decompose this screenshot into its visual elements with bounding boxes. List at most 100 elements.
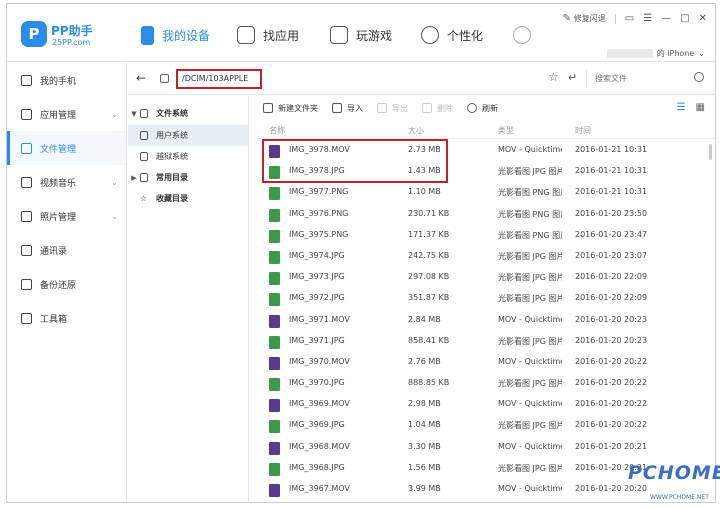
lock-icon — [140, 152, 148, 161]
app-domain: 25PP.com — [52, 38, 91, 47]
file-size: 297.08 KB — [408, 272, 450, 282]
file-time: 2016-01-20 23:50 — [575, 208, 648, 218]
tree-user-system[interactable]: 用户系统 — [128, 125, 248, 146]
sidebar-item-contacts[interactable]: 通讯录 — [7, 233, 126, 267]
close-button[interactable]: ✕ — [699, 13, 707, 24]
export-button[interactable]: 导出 — [377, 103, 408, 114]
document-icon — [140, 109, 148, 118]
file-size: 230.71 KB — [408, 208, 450, 218]
table-row[interactable]: IMG_3977.PNG 1.10 MB 光影看图 PNG 图片 2016-01-21… — [257, 181, 709, 202]
table-row[interactable]: IMG_3970.MOV 2.76 MB MOV - Quicktime 2016-0… — [257, 351, 709, 372]
sidebar-item-my-phone[interactable]: 我的手机 — [7, 63, 126, 97]
repair-button[interactable]: ✎ 修复闪退 — [563, 13, 606, 24]
file-size: 1.04 MB — [408, 420, 441, 430]
pp-logo-icon: P — [21, 21, 47, 47]
app-name: PP助手 — [51, 24, 93, 38]
device-selector[interactable]: 的 iPhone ⌄ — [606, 48, 705, 59]
file-time: 2016-01-21 10:31 — [575, 145, 648, 154]
sidebar-item-photos[interactable]: 照片管理 ⌄ — [7, 199, 126, 233]
table-row[interactable]: IMG_3973.JPG 297.08 KB 光影看图 JPG 图片 2016-01-… — [257, 266, 709, 287]
sidebar-item-media[interactable]: 视频音乐 ⌄ — [7, 165, 126, 199]
lock-icon — [140, 131, 148, 140]
table-row[interactable]: IMG_3970.JPG 888.85 KB 光影看图 JPG 图片 2016-01-… — [257, 372, 709, 393]
view-toggle: ☰ ▦ — [677, 102, 705, 113]
table-header: 名称 大小 类型 时间 — [257, 121, 715, 139]
file-name: IMG_3974.JPG — [289, 250, 345, 260]
tree-jailbreak-system[interactable]: 越狱系统 — [128, 146, 248, 167]
folder-icon — [21, 142, 32, 154]
tree-file-system[interactable]: ▼ 文件系统 — [128, 103, 248, 124]
expand-arrow-icon[interactable]: ▶ — [128, 174, 140, 182]
table-row[interactable]: IMG_3971.MOV 2.84 MB MOV - Quicktime 2016-0… — [257, 309, 709, 330]
video-file-icon — [269, 314, 280, 328]
enter-icon[interactable]: ↵ — [568, 71, 577, 84]
file-time: 2016-01-20 20:23 — [575, 314, 648, 324]
file-time: 2016-01-20 20:22 — [575, 399, 648, 409]
table-row[interactable]: IMG_3975.PNG 171.37 KB 光影看图 PNG 图片 2016-01-… — [257, 224, 709, 245]
highlight-box — [262, 139, 448, 183]
image-file-icon — [269, 335, 280, 349]
tree-favorites[interactable]: ☆ 收藏目录 — [128, 188, 248, 209]
list-icon — [140, 173, 148, 182]
path-field[interactable]: /DCIM/103APPLE — [176, 69, 262, 89]
video-file-icon — [269, 484, 280, 497]
list-view-icon[interactable]: ☰ — [677, 102, 686, 113]
phone-icon — [141, 26, 154, 45]
sidebar-item-backup[interactable]: 备份还原 — [7, 267, 126, 301]
new-folder-button[interactable]: 新建文件夹 — [263, 103, 318, 114]
menu-icon[interactable]: ☰ — [643, 13, 652, 24]
file-time: 2016-01-20 20:20 — [575, 484, 648, 493]
column-name[interactable]: 名称 — [269, 125, 285, 136]
file-time: 2016-01-20 20:22 — [575, 356, 648, 366]
nav-my-device[interactable]: 我的设备 — [141, 26, 210, 45]
file-list: IMG_3978.MOV 2.73 MB MOV - Quicktime 2016-0… — [257, 139, 709, 499]
back-arrow-icon[interactable]: ← — [136, 71, 146, 85]
tree-common-dirs[interactable]: ▶ 常用目录 — [128, 167, 248, 188]
sidebar-item-apps[interactable]: 应用管理 ⌄ — [7, 97, 126, 131]
column-type[interactable]: 类型 — [498, 125, 514, 136]
search-box — [586, 70, 708, 88]
grid-view-icon[interactable]: ▦ — [696, 102, 705, 113]
sidebar-item-files[interactable]: 文件管理 — [7, 131, 126, 165]
file-toolbar: 新建文件夹 导入 导出 删除 刷新 ☰ ▦ — [249, 96, 715, 120]
window-controls: ✎ 修复闪退 ▭ ☰ — □ ✕ — [563, 13, 707, 24]
folder-tree: ▼ 文件系统 用户系统 越狱系统 ▶ 常用目录 ☆ 收藏目录 — [128, 96, 249, 502]
maximize-button[interactable]: □ — [680, 13, 689, 24]
nav-games[interactable]: 玩游戏 — [330, 26, 392, 44]
nav-find-apps[interactable]: 找应用 — [237, 26, 299, 44]
file-type: 光影看图 JPG 图片 — [498, 167, 562, 177]
file-size: 2.84 MB — [408, 314, 441, 324]
file-time: 2016-01-20 23:07 — [575, 250, 648, 260]
apps-icon — [21, 108, 32, 120]
sidebar-item-toolbox[interactable]: 工具箱 — [7, 301, 126, 335]
file-size: 888.85 KB — [408, 378, 450, 388]
image-file-icon — [269, 250, 280, 264]
feedback-icon[interactable]: ▭ — [625, 13, 634, 24]
table-row[interactable]: IMG_3976.PNG 230.71 KB 光影看图 PNG 图片 2016-01-… — [257, 203, 709, 224]
table-row[interactable]: IMG_3969.JPG 1.04 MB 光影看图 JPG 图片 2016-01-20… — [257, 414, 709, 435]
scrollbar[interactable] — [709, 144, 712, 160]
search-input[interactable] — [587, 70, 687, 86]
watermark-url: WWW.PCHOME.NET — [650, 494, 709, 501]
delete-button[interactable]: 删除 — [422, 103, 453, 114]
column-time[interactable]: 时间 — [575, 125, 591, 136]
nav-personalize[interactable]: 个性化 — [421, 26, 483, 44]
minimize-button[interactable]: — — [661, 13, 671, 24]
file-type: 光影看图 JPG 图片 — [498, 294, 562, 304]
column-size[interactable]: 大小 — [408, 125, 424, 136]
download-button[interactable] — [513, 26, 539, 44]
search-icon[interactable] — [694, 72, 704, 82]
refresh-button[interactable]: 刷新 — [467, 103, 498, 114]
table-row[interactable]: IMG_3974.JPG 242.75 KB 光影看图 JPG 图片 2016-01-… — [257, 245, 709, 266]
table-row[interactable]: IMG_3972.JPG 351.87 KB 光影看图 JPG 图片 2016-01-… — [257, 287, 709, 308]
file-name: IMG_3970.MOV — [289, 356, 350, 366]
table-row[interactable]: IMG_3969.MOV 2.98 MB MOV - Quicktime 2016-0… — [257, 393, 709, 414]
table-row[interactable]: IMG_3971.JPG 858.41 KB 光影看图 JPG 图片 2016-01-… — [257, 330, 709, 351]
image-file-icon — [269, 229, 280, 243]
expand-arrow-icon[interactable]: ▼ — [128, 110, 140, 118]
file-name: IMG_3969.MOV — [289, 399, 350, 409]
table-row[interactable]: IMG_3968.MOV 3.30 MB MOV - Quicktime 2016-0… — [257, 436, 709, 457]
import-button[interactable]: 导入 — [332, 103, 363, 114]
favorite-star-icon[interactable]: ☆ — [548, 70, 559, 84]
file-size: 1.10 MB — [408, 187, 441, 197]
